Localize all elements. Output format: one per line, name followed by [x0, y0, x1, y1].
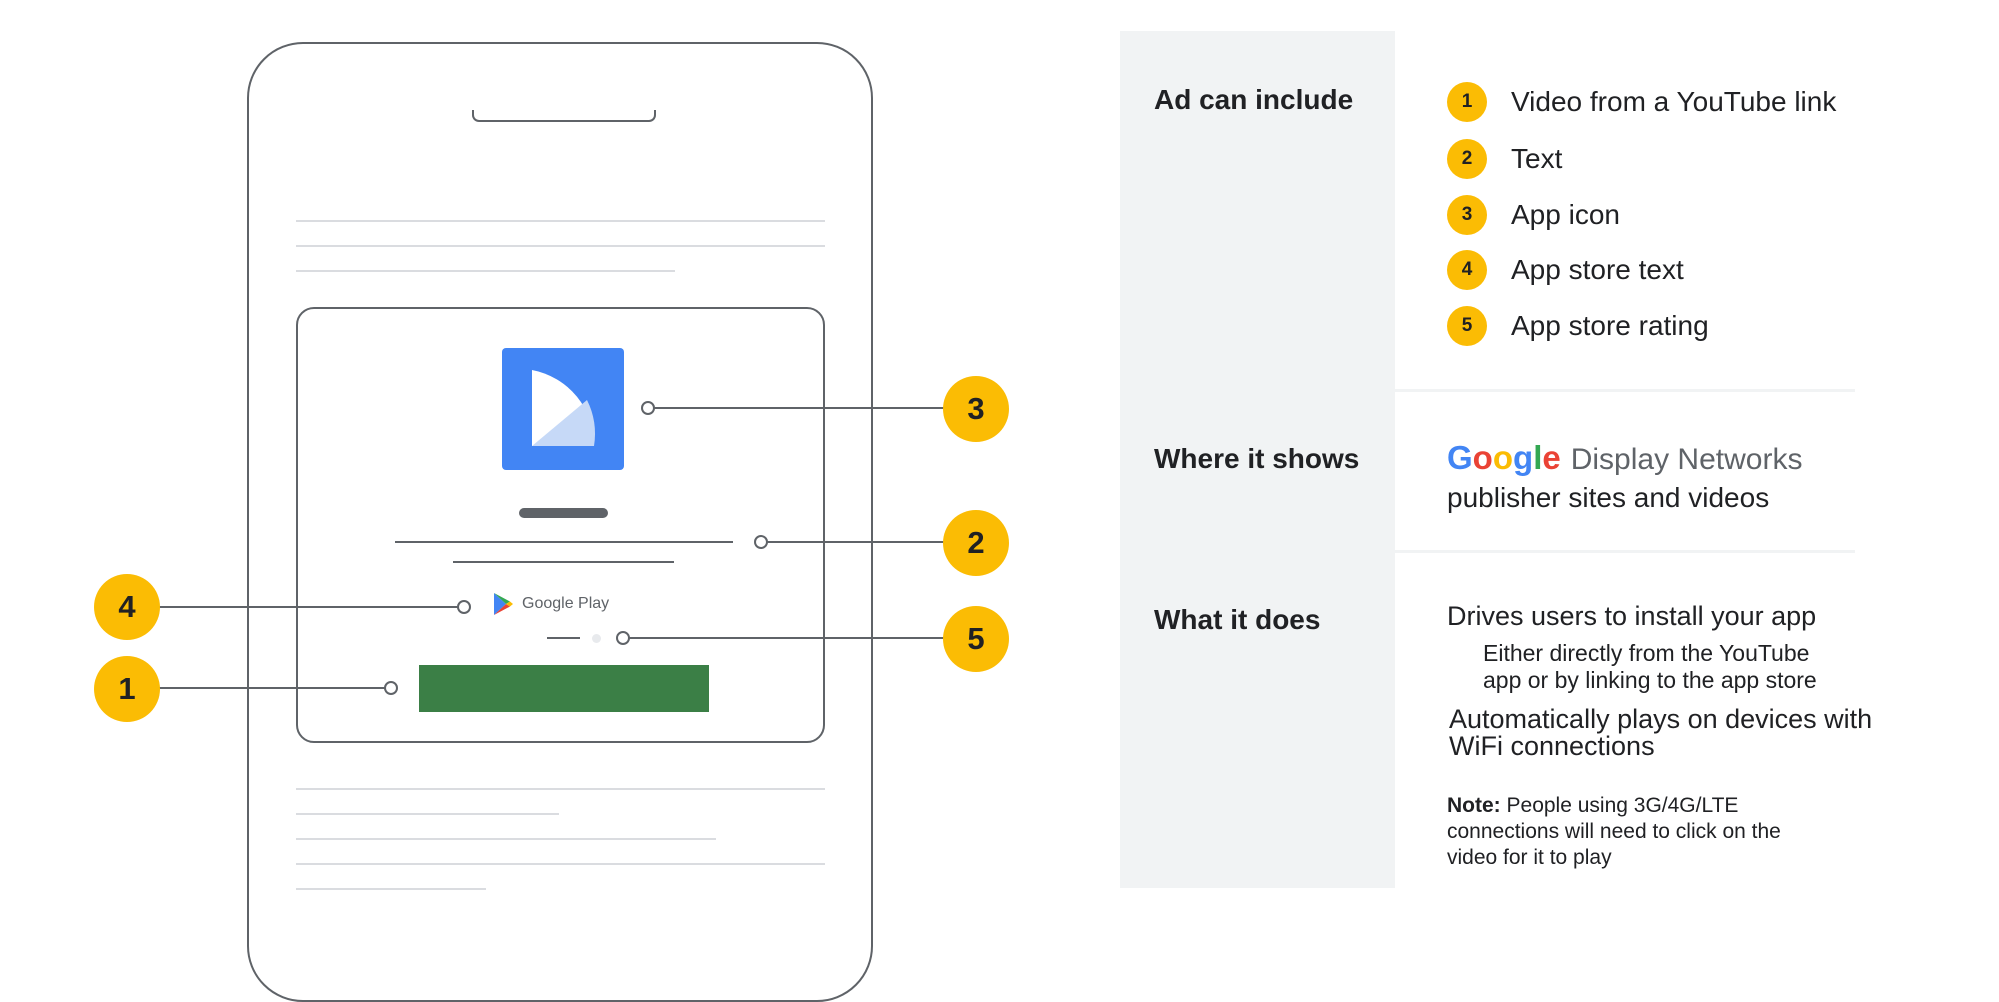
note-text: People using 3G/4G/LTE	[1500, 794, 1739, 817]
include-item: 4 App store text	[1447, 250, 1684, 290]
callout-badge-1: 1	[94, 656, 160, 722]
note-line-2: connections will need to click on the	[1447, 820, 1781, 843]
row-separator	[1120, 389, 1855, 392]
placeholder-line	[296, 788, 825, 790]
include-item: 2 Text	[1447, 139, 1562, 179]
where-subtext: publisher sites and videos	[1447, 482, 1770, 513]
number-badge: 1	[1447, 82, 1487, 122]
callout-anchor-1	[384, 681, 398, 695]
callout-badge-3: 3	[943, 376, 1009, 442]
callout-anchor-3	[641, 401, 655, 415]
callout-lines	[158, 401, 945, 695]
include-item-text: Text	[1511, 143, 1563, 174]
google-letter: o	[1492, 439, 1514, 476]
callout-anchor-2	[754, 535, 768, 549]
callout-badge-2: 2	[943, 510, 1009, 576]
callout-badge-4: 4	[94, 574, 160, 640]
note-line-3: video for it to play	[1447, 846, 1612, 869]
callout-anchor-4	[457, 600, 471, 614]
note-label: Note:	[1447, 794, 1501, 817]
does-line-2a: Automatically plays on devices with	[1449, 704, 1873, 734]
placeholder-line	[296, 838, 716, 840]
google-letter: G	[1447, 439, 1473, 476]
number-badge: 3	[1447, 195, 1487, 235]
label-ad-can-include: Ad can include	[1154, 84, 1354, 115]
include-item-text: Video from a YouTube link	[1511, 86, 1837, 117]
callout-badge-5: 5	[943, 606, 1009, 672]
number-badge: 4	[1447, 250, 1487, 290]
google-letter: e	[1542, 439, 1561, 476]
include-item: 1 Video from a YouTube link	[1447, 82, 1836, 122]
include-item-text: App store text	[1511, 254, 1684, 285]
include-item-text: App store rating	[1511, 310, 1709, 341]
note-line-1: Note: People using 3G/4G/LTE	[1447, 795, 1738, 816]
placeholder-line	[296, 888, 486, 890]
does-sub-1a: Either directly from the YouTube	[1483, 640, 1810, 666]
label-where-it-shows: Where it shows	[1154, 443, 1360, 474]
does-sub-1b: app or by linking to the app store	[1483, 667, 1817, 693]
google-wordmark: Google	[1447, 439, 1561, 477]
include-item: 5 App store rating	[1447, 306, 1709, 346]
does-line-2b: WiFi connections	[1449, 731, 1655, 761]
google-letter: l	[1533, 439, 1543, 476]
include-item: 3 App icon	[1447, 195, 1620, 235]
placeholder-line	[296, 863, 825, 865]
does-line-1: Drives users to install your app	[1447, 601, 1817, 631]
number-badge: 2	[1447, 139, 1487, 179]
callout-anchor-5	[616, 631, 630, 645]
google-letter: o	[1472, 439, 1493, 476]
label-what-it-does: What it does	[1154, 604, 1321, 635]
number-badge: 5	[1447, 306, 1487, 346]
google-letter: g	[1513, 439, 1534, 476]
include-item-text: App icon	[1511, 199, 1620, 230]
google-display-networks-logo: Google Display Networks	[1447, 439, 1802, 477]
display-networks-text: Display Networks	[1570, 443, 1803, 476]
placeholder-line	[296, 813, 559, 815]
row-separator	[1120, 550, 1855, 553]
